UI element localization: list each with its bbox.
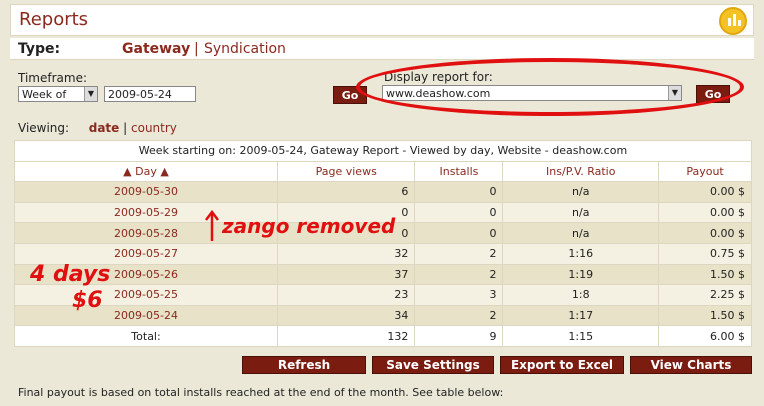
zango-removed-annotation: zango removed [222,214,396,238]
total-payout: 6.00 $ [658,325,752,347]
display-go-button[interactable]: Go [696,85,730,103]
table-row: 2009-05-25 23 3 1:8 2.25 $ [14,284,752,306]
refresh-button[interactable]: Refresh [242,356,366,374]
total-label: Total: [14,325,278,347]
header-payout[interactable]: Payout [658,160,752,183]
report-caption: Week starting on: 2009-05-24, Gateway Re… [14,140,752,162]
total-installs: 9 [414,325,504,347]
viewing-selector: Viewing: date | country [18,121,177,135]
four-days-annotation: 4 days [30,262,111,287]
website-select[interactable]: www.deashow.com ▼ [382,85,682,101]
viewing-separator: | [123,121,128,135]
header-installs[interactable]: Installs [414,160,504,183]
type-gateway-link[interactable]: Gateway [122,41,190,57]
save-settings-button[interactable]: Save Settings [372,356,494,374]
bar-chart-icon[interactable] [719,7,747,35]
type-label: Type: [18,41,61,57]
viewing-date-link[interactable]: date [89,121,120,135]
viewing-country-link[interactable]: country [131,121,177,135]
type-syndication-link[interactable]: Syndication [204,41,286,57]
header-day[interactable]: ▲ Day ▲ [14,160,278,183]
view-charts-button[interactable]: View Charts [630,356,752,374]
table-row: 2009-05-24 34 2 1:17 1.50 $ [14,304,752,327]
reports-header: Reports [10,4,754,36]
dropdown-arrow-icon[interactable]: ▼ [668,86,681,100]
total-row: Total: 132 9 1:15 6.00 $ [14,325,752,347]
timeframe-select-value: Week of [22,88,67,101]
amount-annotation: $6 [72,288,103,313]
footnote: Final payout is based on total installs … [18,386,504,399]
table-row: 2009-05-26 37 2 1:19 1.50 $ [14,263,752,286]
table-row: 2009-05-27 32 2 1:16 0.75 $ [14,242,752,265]
display-report-label: Display report for: [384,70,493,84]
timeframe-go-button[interactable]: Go [333,86,367,104]
table-row: 2009-05-30 6 0 n/a 0.00 $ [14,181,752,203]
header-ratio[interactable]: Ins/P.V. Ratio [502,160,660,183]
report-table: Week starting on: 2009-05-24, Gateway Re… [14,140,752,347]
date-input[interactable]: 2009-05-24 [104,86,196,102]
header-page-views[interactable]: Page views [276,160,416,183]
viewing-label: Viewing: [18,121,70,135]
timeframe-label: Timeframe: [18,71,87,85]
page-title: Reports [19,9,89,30]
dropdown-arrow-icon[interactable]: ▼ [84,87,97,101]
type-selector: Type: Gateway | Syndication [10,38,754,60]
total-ratio: 1:15 [502,325,660,347]
type-separator: | [194,41,199,57]
up-arrow-icon [205,210,219,241]
total-views: 132 [276,325,416,347]
website-select-value: www.deashow.com [386,87,491,100]
timeframe-select[interactable]: Week of ▼ [18,86,98,102]
export-excel-button[interactable]: Export to Excel [500,356,624,374]
